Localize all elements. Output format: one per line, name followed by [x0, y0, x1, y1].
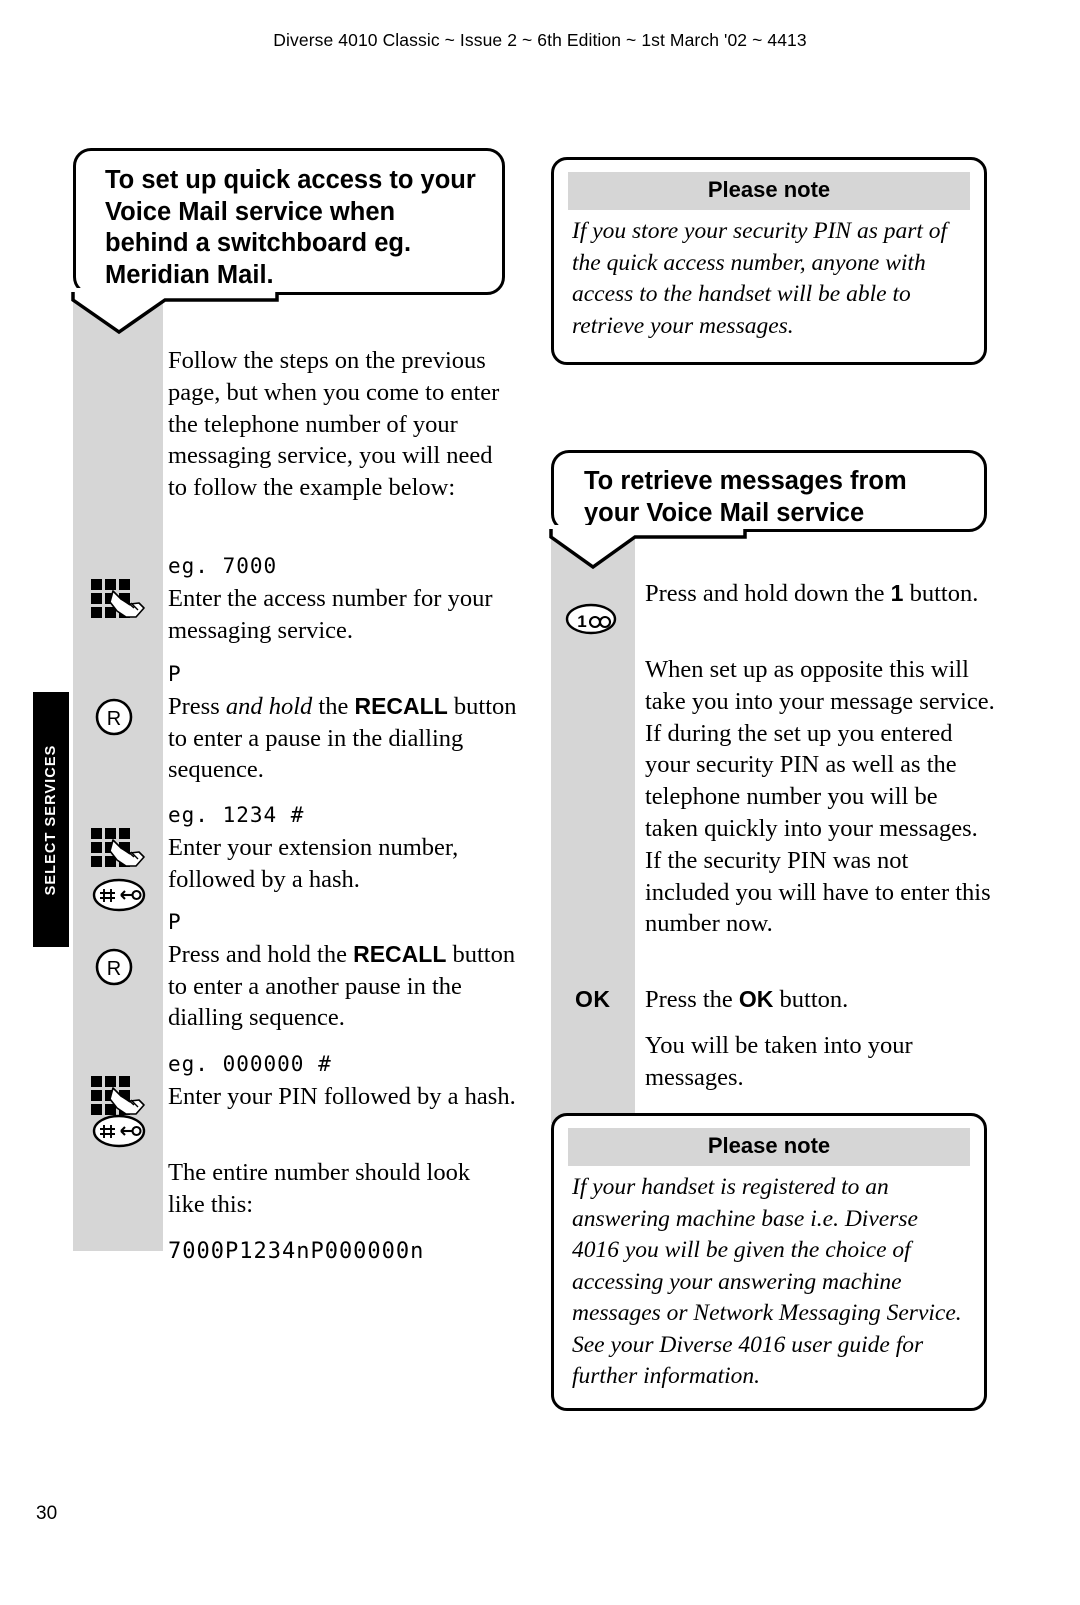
step-2-block: P Press and hold the RECALL button to en… — [168, 658, 518, 786]
right-step-2-text: When set up as opposite this will take y… — [645, 656, 995, 938]
right-step-1-part-3: button. — [903, 580, 979, 607]
right-step-1-block: Press and hold down the 1 button. — [645, 578, 990, 610]
recall-button-icon: R — [94, 947, 134, 992]
hash-key-icon — [92, 877, 146, 918]
callout-line-4: Meridian Mail. — [105, 260, 274, 289]
closing-paragraph: The entire number should look like this: — [168, 1159, 471, 1218]
ok-button-icon: OK — [575, 986, 611, 1012]
callout-right-line-1: To retrieve messages from — [584, 467, 907, 495]
step-1-lcd: eg. 7000 — [168, 554, 278, 578]
step-4-lcd: P — [168, 910, 182, 934]
step-2-lcd: P — [168, 662, 182, 686]
keypad-press-icon — [90, 827, 148, 876]
callout-line-1: To set up quick access to your — [105, 166, 476, 194]
note-box-top-body: If you store your security PIN as part o… — [572, 218, 948, 339]
step-5-lcd: eg. 000000 # — [168, 1052, 332, 1076]
right-step-3-part-2: OK — [738, 986, 774, 1012]
step-2-text-part-3: the — [312, 692, 355, 720]
section-tab-label: SELECT SERVICES — [43, 744, 59, 895]
note-box-bottom-body: If your handset is registered to an answ… — [572, 1174, 962, 1389]
svg-text:1: 1 — [577, 612, 586, 631]
note-box-bottom-heading: Please note — [568, 1128, 970, 1166]
step-3-text: Enter your extension number, followed by… — [168, 833, 459, 893]
callout-setup-quick-access: To set up quick access to your Voice Mai… — [73, 148, 505, 295]
right-step-3-block: Press the OK button. — [645, 984, 995, 1016]
step-3-block: eg. 1234 # Enter your extension number, … — [168, 799, 518, 895]
step-2-text-part-1: Press — [168, 692, 226, 720]
recall-button-icon: R — [94, 697, 134, 742]
right-step-4-text: You will be taken into your messages. — [645, 1032, 913, 1091]
callout-line-2: Voice Mail service when — [105, 197, 396, 226]
callout-line-3: behind a switchboard eg. — [105, 229, 412, 257]
intro-paragraph: Follow the steps on the previous page, b… — [168, 347, 500, 502]
voicemail-one-button-icon: 1 — [565, 602, 617, 641]
step-4-block: P Press and hold the RECALL button to en… — [168, 906, 523, 1034]
hash-key-icon — [92, 1113, 146, 1154]
svg-text:R: R — [107, 958, 121, 980]
manual-page: Diverse 4010 Classic ~ Issue 2 ~ 6th Edi… — [0, 0, 1080, 1605]
running-head: Diverse 4010 Classic ~ Issue 2 ~ 6th Edi… — [273, 30, 807, 50]
step-2-text-part-4: RECALL — [354, 692, 448, 719]
callout-tail-right — [549, 525, 749, 570]
step-5-text: Enter your PIN followed by a hash. — [168, 1082, 516, 1110]
note-box-top-heading: Please note — [568, 172, 970, 210]
page-number: 30 — [36, 1503, 58, 1524]
step-1-block: eg. 7000 Enter the access number for you… — [168, 550, 518, 646]
right-step-3-part-1: Press the — [645, 986, 739, 1013]
right-step-3-part-3: button. — [773, 986, 849, 1013]
step-3-lcd: eg. 1234 # — [168, 803, 305, 827]
right-step-1-part-2: 1 — [890, 580, 904, 606]
callout-retrieve-messages: To retrieve messages from your Voice Mai… — [551, 450, 987, 532]
full-number-lcd: 7000P1234nP000000n — [168, 1239, 425, 1264]
step-1-text: Enter the access number for your messagi… — [168, 584, 493, 644]
step-2-text-part-2: and hold — [225, 692, 313, 720]
callout-tail-left — [71, 288, 281, 335]
note-box-bottom: Please note If your handset is registere… — [551, 1113, 987, 1411]
note-box-top: Please note If you store your security P… — [551, 157, 987, 365]
svg-text:R: R — [107, 708, 121, 730]
right-step-1-part-1: Press and hold down the — [645, 580, 891, 607]
step-5-block: eg. 000000 # Enter your PIN followed by … — [168, 1048, 518, 1113]
step-4-text-part-1: Press and hold the — [168, 940, 354, 968]
section-tab-select-services: SELECT SERVICES — [33, 692, 69, 947]
step-4-text-part-2: RECALL — [353, 940, 447, 967]
keypad-press-icon — [90, 578, 148, 627]
